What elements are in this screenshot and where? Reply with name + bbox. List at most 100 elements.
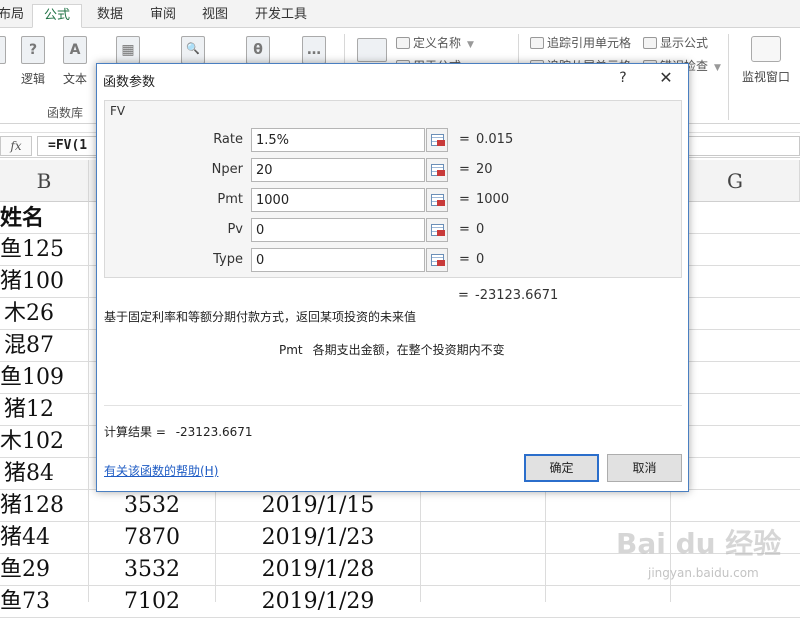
table-row: 鱼73 7102 2019/1/29 [0,586,800,618]
pmt-input[interactable] [251,188,425,212]
argument-name: Pmt [279,343,303,357]
equals-sign: = [459,192,470,207]
close-icon[interactable]: ✕ [655,67,677,89]
text-icon: A [63,36,87,64]
cell-amount[interactable]: 3532 [89,554,215,586]
dialog-title: 函数参数 [103,75,156,90]
pv-collapse-button[interactable] [426,218,448,242]
cell-name[interactable]: 鱼29 [0,554,88,586]
baidu-watermark-logo: Bai du 经验 [616,527,782,560]
function-help-link[interactable]: 有关该函数的帮助(H) [104,462,218,479]
pv-input[interactable] [251,218,425,242]
function-name: FV [110,104,126,118]
cell-name[interactable]: 混87 [0,330,88,362]
rate-collapse-button[interactable] [426,128,448,152]
name-manager-icon [357,38,387,62]
dropdown-arrow-icon: ▼ [467,40,474,50]
arg-label-rate: Rate [213,132,243,147]
insert-function-icon[interactable]: fx [0,136,32,156]
calculation-result: 计算结果 = -23123.6671 [104,423,253,440]
equals-sign: = [459,252,470,267]
cell-name[interactable]: 猪128 [0,490,88,522]
trace-precedents-icon [530,37,544,49]
equals-sign: = [458,288,469,303]
help-icon[interactable]: ? [613,67,633,89]
function-icon: f [0,36,6,64]
cell-name[interactable]: 姓名 [0,202,88,234]
equals-sign: = [459,132,470,147]
cell-date[interactable]: 2019/1/23 [216,522,420,554]
nper-result: 20 [476,162,493,177]
tab-layout[interactable]: 布局 [0,4,28,28]
rate-input[interactable] [251,128,425,152]
cell-name[interactable]: 木26 [0,298,88,330]
cell-name[interactable]: 鱼109 [0,362,88,394]
arrow-icon [437,170,445,176]
pv-result: 0 [476,222,485,237]
define-name-button[interactable]: 定义名称 ▼ [396,34,474,51]
type-input[interactable] [251,248,425,272]
cell-date[interactable]: 2019/1/28 [216,554,420,586]
table-row: 猪128 3532 2019/1/15 [0,490,800,522]
tab-formulas[interactable]: 公式 [32,4,82,28]
arg-label-pmt: Pmt [217,192,243,207]
result-label: 计算结果 = [104,425,166,439]
show-formulas-icon [643,37,657,49]
pmt-collapse-button[interactable] [426,188,448,212]
result-value: -23123.6671 [175,425,253,439]
cell-name[interactable]: 猪100 [0,266,88,298]
ribbon-button-text[interactable]: A 文本 [53,36,97,87]
equals-sign: = [459,222,470,237]
cell-amount[interactable]: 3532 [89,490,215,522]
cell-amount[interactable]: 7102 [89,586,215,618]
column-header-g[interactable]: G [671,160,800,202]
arrow-icon [437,260,445,266]
function-arguments-dialog: 函数参数 ? ✕ FV Rate = 0.015 Nper = 20 Pmt =… [96,63,689,492]
column-header-b[interactable]: B [0,160,89,202]
rate-result: 0.015 [476,132,514,147]
cell-amount[interactable]: 7870 [89,522,215,554]
dropdown-arrow-icon: ▼ [714,63,721,73]
cell-name[interactable]: 木102 [0,426,88,458]
nper-collapse-button[interactable] [426,158,448,182]
arrow-icon [437,200,445,206]
argument-description: Pmt 各期支出金额，在整个投资期内不变 [279,341,505,358]
watch-window-icon [751,36,781,62]
cell-name[interactable]: 猪44 [0,522,88,554]
equals-sign: = [459,162,470,177]
tab-review[interactable]: 审阅 [140,4,186,28]
nper-input[interactable] [251,158,425,182]
cell-name[interactable]: 鱼125 [0,234,88,266]
calculator-icon: ▦ [116,36,140,64]
type-collapse-button[interactable] [426,248,448,272]
cell-date[interactable]: 2019/1/29 [216,586,420,618]
arg-label-type: Type [213,252,243,267]
formula-result-preview: -23123.6671 [475,288,559,303]
arg-label-nper: Nper [211,162,243,177]
tab-data[interactable]: 数据 [86,4,134,28]
cell-name[interactable]: 鱼73 [0,586,88,618]
function-library-group-label: 函数库 [47,106,84,120]
math-icon: θ [246,36,270,64]
tab-view[interactable]: 视图 [192,4,238,28]
logic-icon: ? [21,36,45,64]
lookup-icon: 🔍 [181,36,205,64]
show-formulas-button[interactable]: 显示公式 [643,34,708,51]
ribbon-button-logic[interactable]: ? 逻辑 [11,36,55,87]
trace-precedents-button[interactable]: 追踪引用单元格 [530,34,631,51]
tab-developer[interactable]: 开发工具 [248,4,314,28]
watch-window-button[interactable]: 监视窗口 [738,36,794,85]
cell-name[interactable]: 猪84 [0,458,88,490]
arrow-icon [437,230,445,236]
cell-name[interactable]: 猪12 [0,394,88,426]
dialog-divider [104,405,682,406]
pmt-result: 1000 [476,192,510,207]
tag-icon [396,37,410,49]
type-result: 0 [476,252,485,267]
group-separator [728,34,729,120]
ok-button[interactable]: 确定 [524,454,599,482]
arrow-icon [437,140,445,146]
cell-date[interactable]: 2019/1/15 [216,490,420,522]
cancel-button[interactable]: 取消 [607,454,682,482]
baidu-watermark-url: jingyan.baidu.com [648,566,759,580]
